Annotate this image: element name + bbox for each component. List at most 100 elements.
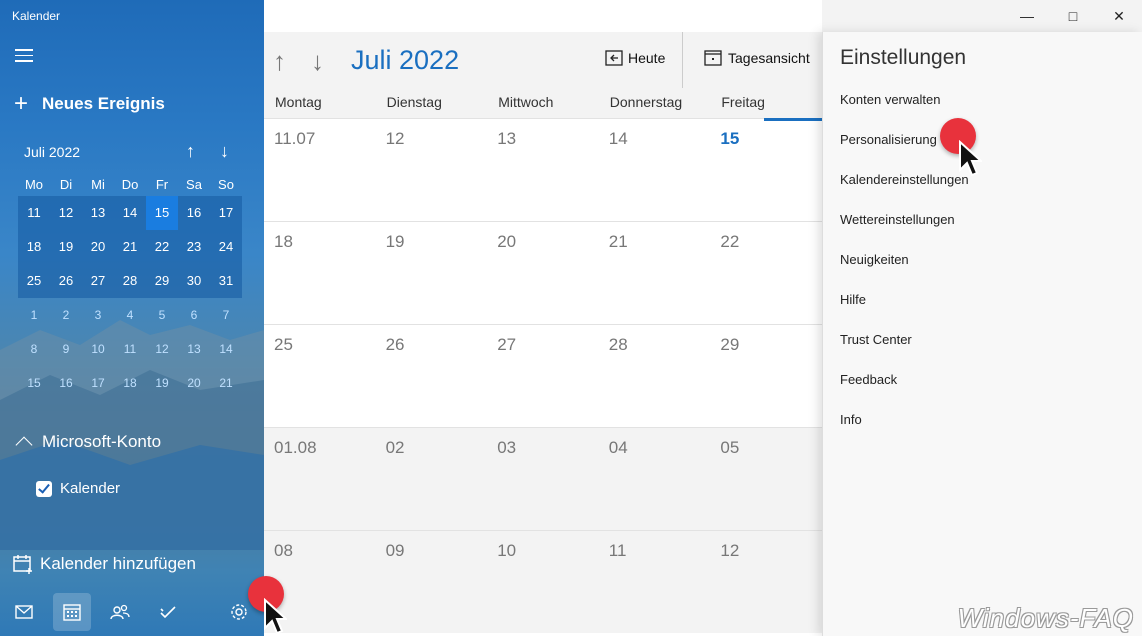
- mini-calendar-day[interactable]: 21: [114, 230, 146, 264]
- mini-calendar-day[interactable]: 20: [82, 230, 114, 264]
- calendar-day-cell[interactable]: 29: [710, 325, 822, 427]
- settings-item[interactable]: Hilfe: [840, 292, 969, 332]
- calendar-day-cell[interactable]: 15: [710, 119, 822, 221]
- calendar-day-cell[interactable]: 19: [376, 222, 488, 324]
- settings-item[interactable]: Neuigkeiten: [840, 252, 969, 292]
- mini-calendar-day[interactable]: 7: [210, 298, 242, 332]
- calendar-day-cell[interactable]: 12: [710, 531, 822, 633]
- new-event-button[interactable]: + Neues Ereignis: [14, 92, 165, 116]
- mini-calendar-weekday: Di: [59, 177, 73, 192]
- calendar-checkbox-item[interactable]: Kalender: [36, 480, 120, 497]
- weekday-header: Dienstag: [386, 94, 442, 110]
- arrow-up-icon[interactable]: ↑: [186, 141, 195, 162]
- mini-calendar-day[interactable]: 16: [50, 366, 82, 400]
- mini-calendar-day[interactable]: 4: [114, 298, 146, 332]
- mini-calendar-day[interactable]: 2: [50, 298, 82, 332]
- mini-calendar-day[interactable]: 16: [178, 196, 210, 230]
- calendar-day-cell[interactable]: 11.07: [264, 119, 376, 221]
- calendar-day-cell[interactable]: 04: [599, 428, 711, 530]
- calendar-day-cell[interactable]: 01.08: [264, 428, 376, 530]
- mini-calendar-day[interactable]: 23: [178, 230, 210, 264]
- mini-calendar-day[interactable]: 20: [178, 366, 210, 400]
- calendar-day-cell[interactable]: 03: [487, 428, 599, 530]
- calendar-week-row: 11.07 12 13 14 15: [264, 118, 822, 221]
- mini-calendar-day[interactable]: 27: [82, 264, 114, 298]
- mini-calendar-day[interactable]: 11: [18, 196, 50, 230]
- mini-calendar-day[interactable]: 24: [210, 230, 242, 264]
- mini-calendar-day[interactable]: 31: [210, 264, 242, 298]
- mini-calendar-day[interactable]: 17: [210, 196, 242, 230]
- calendar-day-cell[interactable]: 18: [264, 222, 376, 324]
- add-calendar-button[interactable]: Kalender hinzufügen: [12, 553, 196, 575]
- settings-item[interactable]: Feedback: [840, 372, 969, 412]
- mini-calendar-day[interactable]: 15: [18, 366, 50, 400]
- previous-month-arrow-icon[interactable]: ↑: [273, 46, 286, 77]
- calendar-day-cell[interactable]: 09: [376, 531, 488, 633]
- settings-item[interactable]: Info: [840, 412, 969, 452]
- mini-calendar-day[interactable]: 1: [18, 298, 50, 332]
- calendar-day-cell[interactable]: 02: [376, 428, 488, 530]
- calendar-day-cell[interactable]: 26: [376, 325, 488, 427]
- mini-calendar-day[interactable]: 18: [114, 366, 146, 400]
- mini-calendar-day[interactable]: 26: [50, 264, 82, 298]
- close-icon[interactable]: ✕: [1096, 0, 1142, 32]
- mini-calendar-day[interactable]: 19: [146, 366, 178, 400]
- mini-calendar-day[interactable]: 21: [210, 366, 242, 400]
- checkbox-checked[interactable]: [36, 480, 52, 497]
- today-button[interactable]: Heute: [605, 50, 665, 66]
- calendar-day-cell[interactable]: 25: [264, 325, 376, 427]
- day-view-button[interactable]: Tagesansicht: [704, 50, 810, 66]
- calendar-day-cell[interactable]: 10: [487, 531, 599, 633]
- calendar-day-cell[interactable]: 11: [599, 531, 711, 633]
- mini-calendar-day[interactable]: 22: [146, 230, 178, 264]
- calendar-week-row: 18 19 20 21 22: [264, 221, 822, 324]
- calendar-icon[interactable]: [53, 593, 91, 631]
- people-icon[interactable]: [101, 593, 139, 631]
- next-month-arrow-icon[interactable]: ↓: [311, 46, 324, 77]
- mini-calendar-day[interactable]: 25: [18, 264, 50, 298]
- mini-calendar-day[interactable]: 28: [114, 264, 146, 298]
- mini-calendar-day[interactable]: 10: [82, 332, 114, 366]
- calendar-day-cell[interactable]: 12: [376, 119, 488, 221]
- mini-calendar-day[interactable]: 8: [18, 332, 50, 366]
- mini-calendar-month[interactable]: Juli 2022: [24, 144, 80, 160]
- mini-calendar-day[interactable]: 14: [210, 332, 242, 366]
- mini-calendar-day[interactable]: 13: [82, 196, 114, 230]
- today-icon: [605, 50, 623, 66]
- mini-calendar-day[interactable]: 19: [50, 230, 82, 264]
- month-title[interactable]: Juli 2022: [351, 45, 459, 76]
- mini-calendar-day[interactable]: 30: [178, 264, 210, 298]
- calendar-day-cell[interactable]: 20: [487, 222, 599, 324]
- mini-calendar-day[interactable]: 18: [18, 230, 50, 264]
- maximize-icon[interactable]: □: [1050, 0, 1096, 32]
- mini-calendar-day[interactable]: 12: [146, 332, 178, 366]
- mini-calendar-day[interactable]: 11: [114, 332, 146, 366]
- calendar-day-cell[interactable]: 27: [487, 325, 599, 427]
- mini-calendar-day[interactable]: 29: [146, 264, 178, 298]
- mini-calendar-day[interactable]: 5: [146, 298, 178, 332]
- settings-item[interactable]: Wettereinstellungen: [840, 212, 969, 252]
- calendar-day-cell[interactable]: 13: [487, 119, 599, 221]
- arrow-down-icon[interactable]: ↓: [220, 141, 229, 162]
- mini-calendar-day[interactable]: 6: [178, 298, 210, 332]
- account-section-toggle[interactable]: Microsoft-Konto: [14, 432, 161, 454]
- mini-calendar-day[interactable]: 12: [50, 196, 82, 230]
- mini-calendar-day[interactable]: 15: [146, 196, 178, 230]
- calendar-day-cell[interactable]: 22: [710, 222, 822, 324]
- calendar-day-cell[interactable]: 21: [599, 222, 711, 324]
- hamburger-menu-icon[interactable]: [15, 49, 33, 62]
- mini-calendar-day[interactable]: 17: [82, 366, 114, 400]
- mini-calendar-day[interactable]: 13: [178, 332, 210, 366]
- calendar-day-cell[interactable]: 05: [710, 428, 822, 530]
- settings-item[interactable]: Kalendereinstellungen: [840, 172, 969, 212]
- mini-calendar-day[interactable]: 14: [114, 196, 146, 230]
- calendar-day-cell[interactable]: 14: [599, 119, 711, 221]
- mini-calendar-day[interactable]: 3: [82, 298, 114, 332]
- mail-icon[interactable]: [5, 593, 43, 631]
- mini-calendar-day[interactable]: 9: [50, 332, 82, 366]
- todo-icon[interactable]: [149, 593, 187, 631]
- settings-item[interactable]: Trust Center: [840, 332, 969, 372]
- minimize-icon[interactable]: —: [1004, 0, 1050, 32]
- calendar-week-row: 25 26 27 28 29: [264, 324, 822, 427]
- calendar-day-cell[interactable]: 28: [599, 325, 711, 427]
